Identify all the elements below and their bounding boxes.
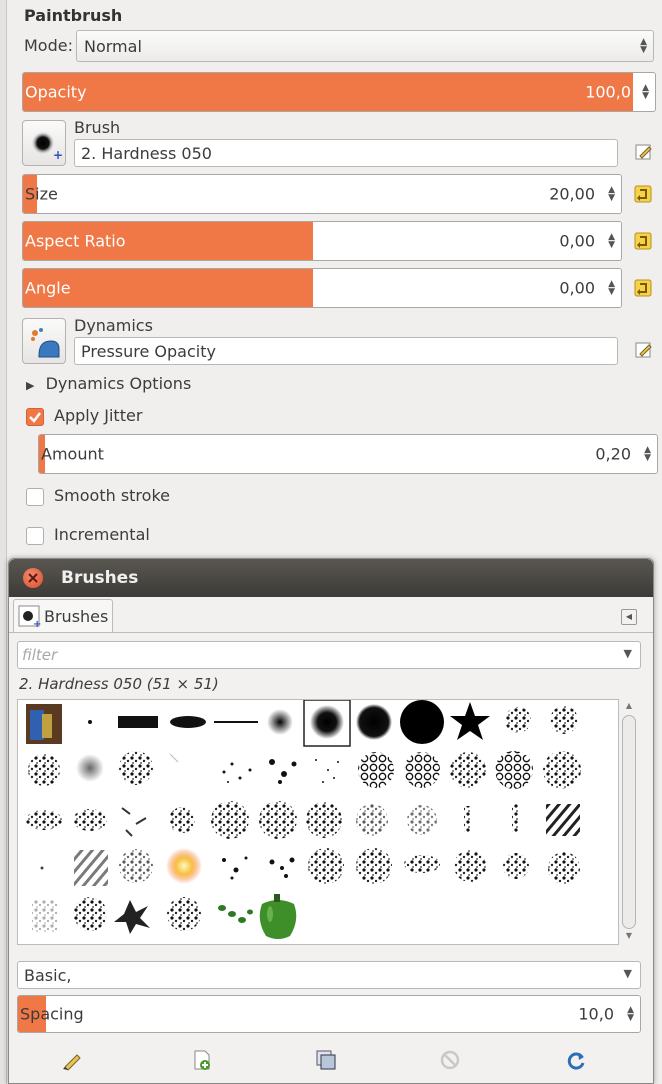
tab-brushes-label: Brushes — [44, 607, 109, 626]
dynamics-name-value: Pressure Opacity — [81, 342, 216, 361]
amount-label: Amount — [41, 444, 104, 464]
brush-name-field[interactable]: 2. Hardness 050 — [74, 139, 618, 167]
brush-tab-icon: + — [18, 605, 41, 629]
scroll-down-icon[interactable]: ▼ — [623, 931, 635, 943]
brush-name-value: 2. Hardness 050 — [81, 144, 212, 163]
opacity-fill — [23, 73, 633, 111]
angle-slider[interactable]: Angle 0,00 ▲ ▼ — [22, 268, 622, 308]
opacity-slider[interactable]: Opacity 100,0 ▲ ▼ — [22, 72, 656, 112]
size-reset-icon[interactable] — [632, 183, 654, 205]
size-spin-icon: ▲ ▼ — [608, 185, 615, 203]
brush-thumb-green-pepper — [259, 894, 297, 939]
brushes-dock-window: Brushes + Brushes ◀ filter ▼ 2. Hardness… — [8, 558, 654, 1084]
new-brush-icon[interactable] — [191, 1049, 213, 1071]
spacing-value: 10,0 — [578, 1004, 614, 1024]
dynamics-icon — [31, 328, 60, 358]
filter-combo[interactable]: filter ▼ — [17, 641, 641, 669]
scrollbar-thumb[interactable] — [622, 715, 636, 929]
spacing-label: Spacing — [20, 1004, 84, 1024]
tab-divider — [9, 632, 653, 633]
size-value: 20,00 — [549, 184, 595, 204]
tab-brushes[interactable]: + Brushes — [13, 599, 113, 633]
aspect-ratio-label: Aspect Ratio — [25, 231, 126, 251]
amount-slider[interactable]: Amount 0,20 ▲ ▼ — [38, 434, 658, 474]
aspect-ratio-value: 0,00 — [559, 231, 595, 251]
size-spin[interactable]: ▲ ▼ — [599, 175, 621, 213]
tab-menu-icon[interactable]: ◀ — [621, 609, 637, 625]
aspect-ratio-slider[interactable]: Aspect Ratio 0,00 ▲ ▼ — [22, 221, 622, 261]
svg-text:+: + — [53, 148, 63, 162]
brush-label: Brush — [74, 118, 121, 137]
brush-edit-icon[interactable] — [634, 142, 654, 162]
selected-brush-info: 2. Hardness 050 (51 × 51) — [19, 675, 219, 693]
angle-value: 0,00 — [559, 278, 595, 298]
delete-brush-icon[interactable] — [439, 1049, 461, 1071]
dock-titlebar[interactable]: Brushes — [9, 559, 653, 597]
mode-label: Mode: — [24, 36, 73, 55]
aspect-ratio-spin-icon: ▲ ▼ — [608, 232, 615, 250]
dynamics-edit-icon[interactable] — [634, 340, 654, 360]
incremental-label: Incremental — [54, 525, 150, 544]
brush-preview-icon: + — [31, 131, 63, 162]
svg-text:+: + — [33, 619, 41, 629]
checkmark-icon — [29, 412, 41, 423]
tool-title: Paintbrush — [24, 6, 123, 25]
aspect-ratio-spin[interactable]: ▲ ▼ — [599, 222, 621, 260]
size-label: Size — [25, 184, 58, 204]
dynamics-options-expander[interactable]: ▶ Dynamics Options — [26, 374, 191, 393]
spacing-spin-icon: ▲ ▼ — [627, 1005, 634, 1023]
amount-value: 0,20 — [595, 444, 631, 464]
chevron-down-icon[interactable]: ▼ — [624, 647, 632, 660]
angle-spin-icon: ▲ ▼ — [608, 279, 615, 297]
tag-value[interactable]: Basic, — [24, 966, 71, 985]
filter-input[interactable]: filter — [22, 646, 57, 664]
apply-jitter-checkbox[interactable] — [26, 408, 44, 426]
duplicate-brush-icon[interactable] — [315, 1049, 337, 1071]
apply-jitter-label: Apply Jitter — [54, 406, 143, 425]
spacing-slider[interactable]: Spacing 10,0 ▲ ▼ — [17, 995, 641, 1033]
amount-spin-icon: ▲ ▼ — [644, 445, 651, 463]
expander-arrow-icon: ▶ — [26, 379, 35, 392]
aspect-ratio-reset-icon[interactable] — [632, 230, 654, 252]
opacity-spin[interactable]: ▲ ▼ — [633, 73, 655, 111]
angle-reset-icon[interactable] — [632, 277, 654, 299]
mode-select[interactable]: Normal ▲ ▼ — [76, 30, 654, 62]
edit-brush-icon[interactable] — [61, 1049, 83, 1071]
opacity-spin-icon: ▲ ▼ — [642, 83, 649, 101]
brush-grid-scrollbar[interactable]: ▲ ▼ — [619, 699, 639, 945]
brush-preview-button[interactable]: + — [22, 120, 66, 166]
close-icon[interactable] — [23, 568, 43, 588]
tag-chevron-down-icon[interactable]: ▼ — [624, 967, 632, 980]
dock-bottom-toolbar — [9, 1039, 653, 1083]
dynamics-preview-button[interactable] — [22, 318, 66, 364]
dock-title: Brushes — [61, 568, 139, 588]
opacity-value: 100,0 — [585, 82, 631, 102]
angle-spin[interactable]: ▲ ▼ — [599, 269, 621, 307]
smooth-stroke-label: Smooth stroke — [54, 486, 170, 505]
panel-left-edge — [0, 0, 7, 1084]
brush-grid-thumbnails — [26, 699, 581, 939]
mode-spin-icon: ▲ ▼ — [640, 37, 647, 55]
incremental-checkbox[interactable] — [26, 527, 44, 545]
size-slider[interactable]: Size 20,00 ▲ ▼ — [22, 174, 622, 214]
angle-label: Angle — [25, 278, 71, 298]
smooth-stroke-checkbox[interactable] — [26, 488, 44, 506]
scroll-up-icon[interactable]: ▲ — [623, 701, 635, 713]
dynamics-label: Dynamics — [74, 316, 153, 335]
amount-spin[interactable]: ▲ ▼ — [635, 435, 657, 473]
mode-value: Normal — [84, 37, 142, 56]
dynamics-name-field[interactable]: Pressure Opacity — [74, 337, 618, 365]
opacity-label: Opacity — [25, 82, 87, 102]
spacing-spin[interactable]: ▲ ▼ — [618, 996, 640, 1032]
brush-thumb-pepper-photo — [26, 704, 62, 744]
tag-combo[interactable]: Basic, ▼ — [17, 961, 641, 989]
brush-grid[interactable] — [17, 699, 619, 945]
refresh-brushes-icon[interactable] — [565, 1049, 587, 1071]
dynamics-options-label: Dynamics Options — [45, 374, 192, 393]
